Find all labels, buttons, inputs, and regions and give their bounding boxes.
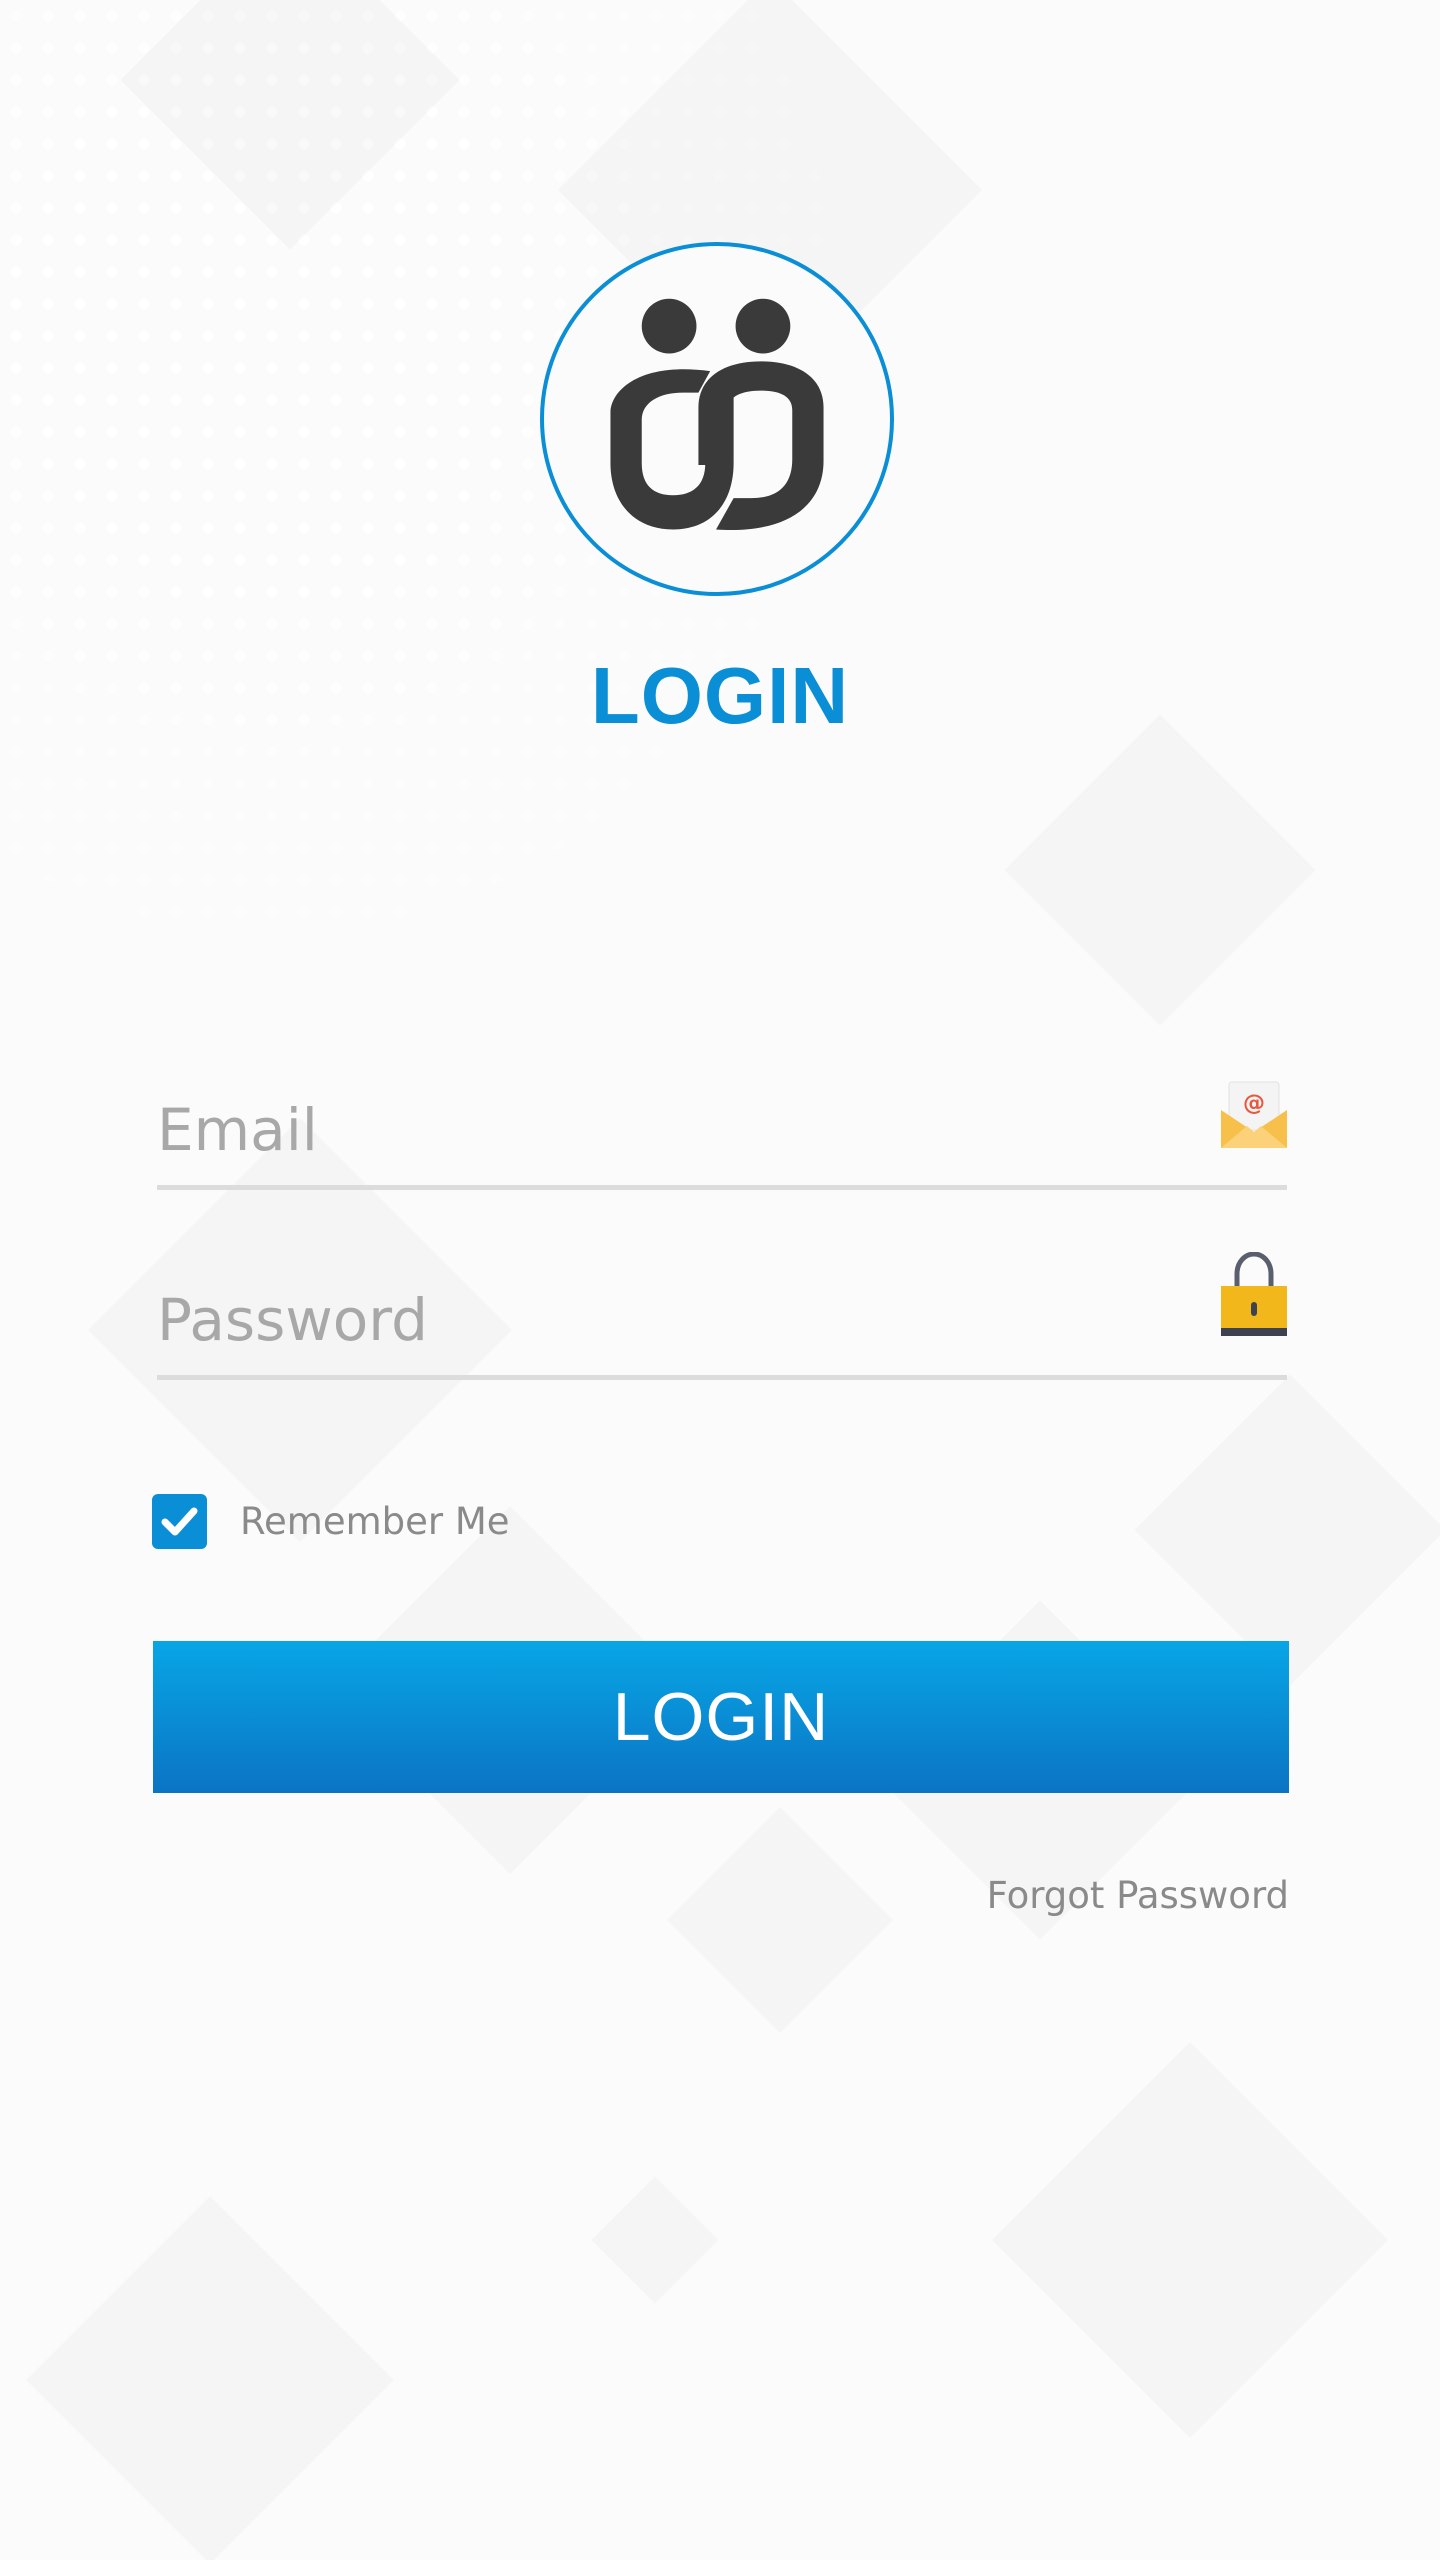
page-title: LOGIN	[590, 651, 850, 740]
remember-me-label[interactable]: Remember Me	[240, 1498, 510, 1546]
email-input[interactable]	[157, 1070, 1157, 1190]
email-underline	[157, 1185, 1287, 1190]
svg-text:@: @	[1243, 1091, 1265, 1116]
padlock-icon	[1221, 1251, 1287, 1338]
email-field: @	[157, 1070, 1287, 1190]
two-people-logo-icon	[540, 242, 894, 596]
login-screen: LOGIN @ Remember Me	[0, 0, 1440, 2560]
logo-graphic	[610, 298, 824, 530]
password-input[interactable]	[157, 1260, 1157, 1380]
envelope-email-icon: @	[1221, 1080, 1287, 1150]
password-underline	[157, 1375, 1287, 1380]
forgot-password-link[interactable]: Forgot Password	[987, 1872, 1289, 1920]
remember-me-checkbox[interactable]	[152, 1494, 207, 1549]
login-button[interactable]: LOGIN	[153, 1641, 1289, 1793]
password-field	[157, 1251, 1287, 1380]
checkmark-icon	[161, 1507, 198, 1536]
